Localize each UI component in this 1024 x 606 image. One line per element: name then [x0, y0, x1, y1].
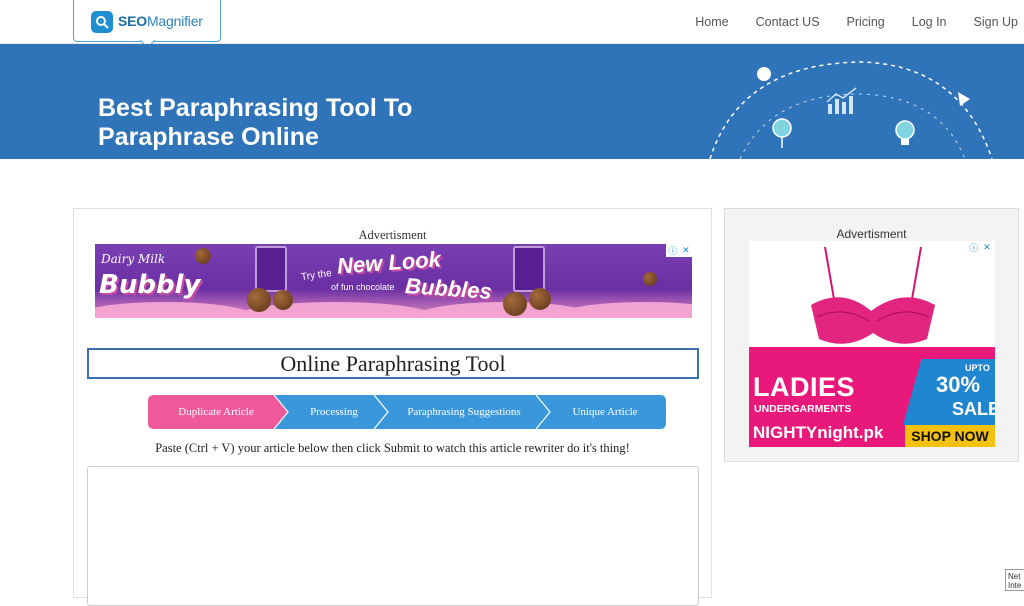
logo-wordmark: SEOMagnifier [118, 13, 203, 29]
page-title: Best Paraphrasing Tool To Paraphrase Onl… [98, 94, 413, 151]
ad-headline-2: Bubbles [404, 273, 493, 304]
lightbulb-icon [895, 120, 915, 145]
pin-icon [772, 118, 792, 148]
adchoices-icon[interactable]: ⓘ ✕ [967, 241, 993, 254]
close-ad-icon: ✕ [983, 242, 991, 252]
lingerie-product-image [811, 247, 935, 344]
nav-login-link[interactable]: Log In [912, 15, 947, 29]
network-status-widget[interactable]: Net Inte [1005, 569, 1024, 591]
ad-tagline-try: Try the [300, 267, 333, 284]
hero-banner: Best Paraphrasing Tool To Paraphrase Onl… [0, 44, 1024, 159]
nav-links: Home Contact US Pricing Log In Sign Up [668, 0, 1024, 44]
site-logo[interactable]: SEOMagnifier [73, 0, 221, 42]
nav-pricing-link[interactable]: Pricing [847, 15, 885, 29]
ad-product-text: Bubbly [99, 270, 201, 300]
close-ad-icon: ✕ [682, 245, 690, 255]
magnifier-logo-icon [91, 11, 113, 33]
nav-home-link[interactable]: Home [695, 15, 728, 29]
process-steps: Duplicate Article Processing Paraphrasin… [148, 395, 666, 429]
step-unique-article: Unique Article [572, 406, 638, 418]
product-pack-image [255, 246, 287, 292]
step-processing: Processing [310, 406, 358, 418]
ad-headline: LADIES [753, 372, 856, 402]
shop-now-button[interactable]: SHOP NOW [905, 425, 995, 447]
top-nav: SEOMagnifier Home Contact US Pricing Log… [0, 0, 1024, 44]
article-input[interactable] [87, 466, 699, 606]
instructions-text: Paste (Ctrl + V) your article below then… [155, 441, 630, 455]
tool-panel: Advertisment Dairy Milk Bubbly Try the N… [73, 208, 712, 606]
advertisement-label: Advertisment [358, 228, 427, 242]
ad-store-name: NIGHTYnight.pk [753, 423, 884, 442]
ad-subline: of fun chocolate [331, 282, 395, 292]
adchoices-icon[interactable]: ⓘ ✕ [666, 244, 692, 257]
sidebar-advertisement[interactable]: LADIES UNDERGARMENTS UPTO 30% SALE NIGHT… [749, 241, 995, 447]
tool-title: Online Paraphrasing Tool [87, 348, 699, 379]
chart-icon [826, 87, 857, 114]
banner-advertisement[interactable]: Dairy Milk Bubbly Try the New Look of fu… [95, 244, 692, 318]
hero-illustration [709, 61, 993, 159]
advertisement-label: Advertisment [836, 227, 907, 241]
ad-brand-text: Dairy Milk [101, 252, 166, 266]
step-duplicate-article: Duplicate Article [178, 406, 254, 418]
step-paraphrasing-suggestions: Paraphrasing Suggestions [407, 406, 521, 418]
ad-sale-text: SALE [952, 399, 995, 419]
product-pack-image [513, 246, 545, 292]
nav-contact-link[interactable]: Contact US [756, 15, 820, 29]
ad-discount-text: 30% [936, 372, 981, 397]
sidebar-panel: Advertisment LADIES UNDERGARMENTS UPTO 3… [724, 208, 1019, 462]
ad-subheadline: UNDERGARMENTS [754, 403, 852, 415]
nav-signup-link[interactable]: Sign Up [974, 15, 1018, 29]
